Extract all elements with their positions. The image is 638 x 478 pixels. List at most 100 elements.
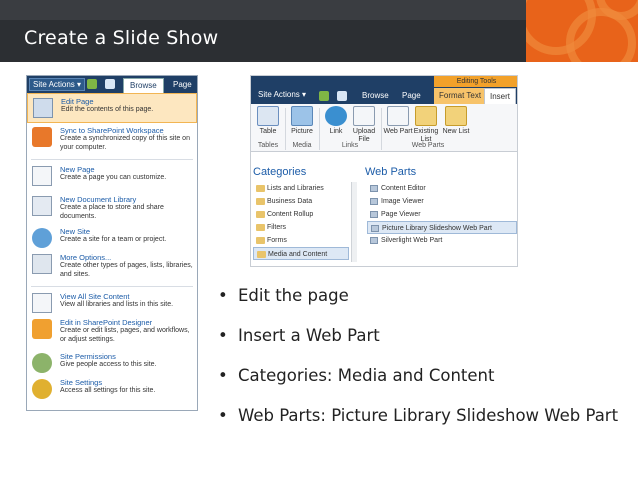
- category-item[interactable]: Filters: [253, 221, 349, 234]
- web-part-label: Content Editor: [381, 185, 426, 192]
- web-part-icon: [370, 198, 378, 205]
- site-actions-button[interactable]: Site Actions ▾: [29, 78, 86, 91]
- slide-header: Create a Slide Show: [0, 0, 638, 62]
- site-actions-button[interactable]: Site Actions ▾: [255, 88, 309, 102]
- upload-icon: [353, 106, 375, 126]
- menu-item-title: Site Permissions: [60, 352, 116, 362]
- slide-title: Create a Slide Show: [24, 27, 219, 49]
- menu-item-permissions[interactable]: Site Permissions Give people access to t…: [27, 349, 197, 375]
- category-item[interactable]: Forms: [253, 234, 349, 247]
- menu-item-settings[interactable]: Site Settings Access all settings for th…: [27, 375, 197, 401]
- tab-page[interactable]: Page: [167, 78, 198, 93]
- group-label-media: Media: [292, 142, 312, 149]
- web-part-item-selected[interactable]: Picture Library Slideshow Web Part: [367, 221, 517, 234]
- web-part-icon: [371, 225, 379, 232]
- menu-item-desc: Access all settings for this site.: [60, 387, 156, 395]
- doc-library-icon: [32, 196, 52, 216]
- button-label: New List: [442, 128, 470, 135]
- view-content-icon: [32, 293, 52, 314]
- tab-format-text[interactable]: Format Text: [434, 88, 487, 104]
- table-icon: [257, 106, 279, 126]
- new-list-button[interactable]: New List: [441, 106, 471, 136]
- navigate-up-icon[interactable]: [319, 91, 329, 101]
- categories-heading: Categories: [253, 166, 307, 178]
- tab-page[interactable]: Page: [397, 88, 426, 104]
- insert-ribbon-screenshot: Editing Tools Site Actions ▾ Browse Page…: [250, 75, 518, 267]
- folder-icon: [256, 211, 265, 218]
- web-part-button[interactable]: Web Part: [383, 106, 413, 136]
- sp-top-bar: Site Actions ▾ Browse Page: [27, 76, 197, 93]
- web-part-item[interactable]: Silverlight Web Part: [367, 234, 517, 247]
- web-part-item[interactable]: Page Viewer: [367, 208, 517, 221]
- menu-divider: [31, 159, 193, 160]
- button-label: Picture: [291, 128, 313, 135]
- web-part-item[interactable]: Image Viewer: [367, 195, 517, 208]
- category-item[interactable]: Business Data: [253, 195, 349, 208]
- upload-file-button[interactable]: Upload File: [349, 106, 379, 144]
- menu-item-more-options[interactable]: More Options... Create other types of pa…: [27, 250, 197, 284]
- category-item[interactable]: Content Rollup: [253, 208, 349, 221]
- menu-item-desc: Edit the contents of this page.: [61, 106, 154, 113]
- menu-item-new-site[interactable]: New Site Create a site for a team or pro…: [27, 224, 197, 250]
- new-page-icon: [32, 166, 52, 186]
- menu-item-title: Site Settings: [60, 378, 103, 388]
- new-list-icon: [445, 106, 467, 126]
- link-button[interactable]: Link: [321, 106, 351, 136]
- tab-browse[interactable]: Browse: [357, 88, 394, 104]
- table-button[interactable]: Table: [253, 106, 283, 136]
- edit-icon[interactable]: [105, 79, 115, 89]
- menu-item-edit-page[interactable]: Edit Page Edit the contents of this page…: [27, 93, 197, 123]
- menu-item-designer[interactable]: Edit in SharePoint Designer Create or ed…: [27, 315, 197, 349]
- group-label-web-parts: Web Parts: [411, 142, 445, 149]
- menu-item-title: Edit Page: [61, 97, 94, 106]
- menu-item-desc: Create a page you can customize.: [60, 174, 167, 181]
- menu-item-title: Edit in SharePoint Designer: [60, 318, 153, 328]
- menu-item-title: View All Site Content: [60, 292, 130, 302]
- menu-item-desc: Create a place to store and share docume…: [60, 204, 164, 220]
- site-actions-menu-screenshot: Site Actions ▾ Browse Page Edit Page Edi…: [26, 75, 198, 411]
- menu-item-title: Sync to SharePoint Workspace: [60, 126, 164, 135]
- web-part-icon: [387, 106, 409, 126]
- menu-divider: [31, 286, 193, 288]
- folder-icon: [256, 237, 265, 244]
- bullet-item: Insert a Web Part: [218, 324, 628, 348]
- folder-icon: [256, 185, 265, 192]
- designer-icon: [32, 319, 52, 340]
- existing-list-button[interactable]: Existing List: [411, 106, 441, 144]
- web-part-icon: [370, 211, 378, 218]
- menu-item-view-content[interactable]: View All Site Content View all libraries…: [27, 289, 197, 315]
- picture-icon: [291, 106, 313, 126]
- categories-list: Lists and Libraries Business Data Conten…: [253, 182, 349, 260]
- menu-item-title: New Document Library: [60, 195, 137, 204]
- category-label: Filters: [267, 224, 287, 231]
- menu-item-sync[interactable]: Sync to SharePoint Workspace Create a sy…: [27, 123, 197, 157]
- tab-browse[interactable]: Browse: [123, 78, 164, 93]
- link-icon: [325, 106, 347, 126]
- menu-item-title: More Options...: [60, 253, 112, 263]
- button-label: Table: [259, 128, 277, 135]
- bullet-list: Edit the page Insert a Web Part Categori…: [218, 284, 628, 444]
- menu-item-new-page[interactable]: New Page Create a page you can customize…: [27, 162, 197, 192]
- web-parts-list: Content Editor Image Viewer Page Viewer …: [367, 182, 517, 247]
- web-part-item[interactable]: Content Editor: [367, 182, 517, 195]
- button-label: Upload File: [352, 128, 376, 143]
- category-label: Content Rollup: [267, 211, 314, 218]
- category-label: Forms: [267, 237, 287, 244]
- menu-item-new-doc-library[interactable]: New Document Library Create a place to s…: [27, 192, 197, 224]
- tab-insert[interactable]: Insert: [484, 88, 517, 104]
- categories-scrollbar[interactable]: [351, 182, 357, 262]
- group-separator: [285, 108, 286, 150]
- group-separator: [319, 108, 320, 150]
- picture-button[interactable]: Picture: [287, 106, 317, 136]
- web-part-icon: [370, 185, 378, 192]
- ribbon-body: Table Picture Link Upload File Web Part …: [251, 104, 517, 152]
- category-item[interactable]: Lists and Libraries: [253, 182, 349, 195]
- edit-icon[interactable]: [337, 91, 347, 101]
- navigate-up-icon[interactable]: [87, 79, 97, 89]
- button-label: Link: [329, 128, 343, 135]
- menu-item-desc: Create a synchronized copy of this site …: [60, 135, 190, 151]
- bullet-item: Edit the page: [218, 284, 628, 308]
- sync-workspace-icon: [32, 127, 52, 147]
- category-item-selected[interactable]: Media and Content: [253, 247, 349, 260]
- menu-item-title: New Site: [60, 227, 91, 237]
